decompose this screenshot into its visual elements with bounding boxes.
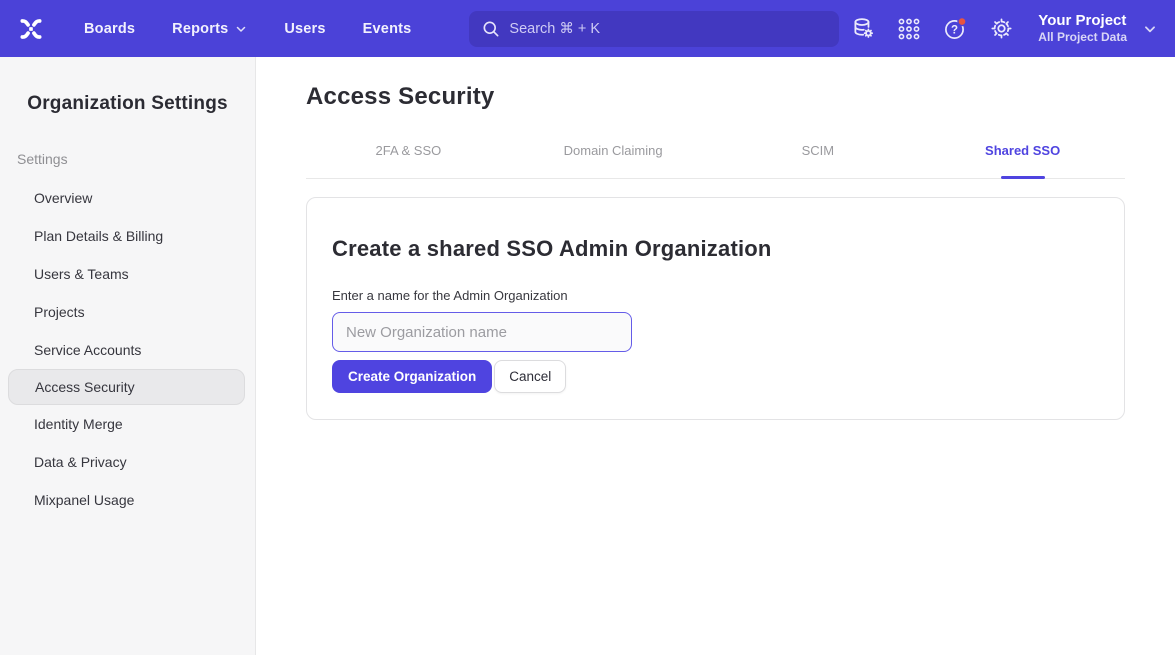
nav-item-boards-label: Boards [84, 21, 135, 37]
tab-domain-claiming[interactable]: Domain Claiming [511, 133, 716, 178]
tab-bar: 2FA & SSO Domain Claiming SCIM Shared SS… [306, 133, 1125, 179]
data-management-icon [851, 16, 876, 41]
sidebar-item-data-privacy[interactable]: Data & Privacy [0, 443, 255, 481]
nav-item-events[interactable]: Events [363, 21, 412, 37]
nav-item-boards[interactable]: Boards [84, 21, 135, 37]
apps-grid-icon [897, 17, 921, 41]
apps-grid-button[interactable] [886, 9, 932, 49]
create-organization-button[interactable]: Create Organization [332, 360, 492, 393]
project-switcher-text: Your Project All Project Data [1038, 12, 1127, 46]
chevron-down-icon [1143, 22, 1157, 36]
active-tab-underline [1001, 176, 1045, 179]
tab-scim-label: SCIM [802, 143, 835, 158]
sidebar-list: Overview Plan Details & Billing Users & … [0, 179, 255, 519]
nav-item-events-label: Events [363, 21, 412, 37]
primary-nav-links: Boards Reports Users Events [84, 21, 411, 37]
help-icon: ? [942, 15, 969, 42]
sidebar-item-plan-details-billing[interactable]: Plan Details & Billing [0, 217, 255, 255]
chevron-down-icon [235, 23, 247, 35]
tab-domain-claiming-label: Domain Claiming [564, 143, 663, 158]
org-name-field-label: Enter a name for the Admin Organization [332, 288, 1099, 303]
mixpanel-logo-icon[interactable] [18, 16, 44, 42]
org-name-input[interactable] [332, 312, 632, 352]
global-search [469, 11, 839, 47]
nav-item-users[interactable]: Users [284, 21, 325, 37]
page-title: Access Security [306, 83, 1125, 111]
search-icon [481, 19, 501, 39]
sidebar-section-label: Settings [0, 151, 255, 167]
top-navigation-bar: Boards Reports Users Events [0, 0, 1175, 57]
card-title: Create a shared SSO Admin Organization [332, 236, 1099, 262]
nav-item-reports-label: Reports [172, 21, 228, 37]
main-content: Access Security 2FA & SSO Domain Claimin… [256, 57, 1175, 655]
notification-dot [958, 18, 966, 26]
nav-item-users-label: Users [284, 21, 325, 37]
svg-text:?: ? [951, 25, 958, 37]
tab-scim[interactable]: SCIM [716, 133, 921, 178]
settings-button[interactable] [978, 9, 1024, 49]
sidebar-item-projects[interactable]: Projects [0, 293, 255, 331]
help-button[interactable]: ? [932, 9, 978, 49]
card-button-row: Create Organization Cancel [332, 360, 1099, 393]
nav-item-reports[interactable]: Reports [172, 21, 247, 37]
tab-2fa-sso-label: 2FA & SSO [375, 143, 441, 158]
sidebar-item-service-accounts[interactable]: Service Accounts [0, 331, 255, 369]
settings-icon [989, 16, 1014, 41]
sidebar-item-users-teams[interactable]: Users & Teams [0, 255, 255, 293]
tab-shared-sso[interactable]: Shared SSO [920, 133, 1125, 178]
cancel-button[interactable]: Cancel [494, 360, 566, 393]
sidebar-item-access-security[interactable]: Access Security [8, 369, 245, 405]
project-name: Your Project [1038, 12, 1126, 31]
app-window: Boards Reports Users Events [0, 0, 1175, 655]
data-management-button[interactable] [840, 9, 886, 49]
sidebar-item-identity-merge[interactable]: Identity Merge [0, 405, 255, 443]
tab-2fa-sso[interactable]: 2FA & SSO [306, 133, 511, 178]
search-input[interactable] [469, 11, 839, 47]
sidebar-title: Organization Settings [0, 93, 255, 115]
sidebar-item-overview[interactable]: Overview [0, 179, 255, 217]
sidebar-item-mixpanel-usage[interactable]: Mixpanel Usage [0, 481, 255, 519]
project-switcher[interactable]: Your Project All Project Data [1038, 12, 1157, 46]
create-sso-admin-org-card: Create a shared SSO Admin Organization E… [306, 197, 1125, 420]
project-scope: All Project Data [1038, 30, 1127, 45]
nav-right-controls: ? Your Project All Project Data [840, 9, 1157, 49]
tab-shared-sso-label: Shared SSO [985, 143, 1060, 158]
settings-sidebar: Organization Settings Settings Overview … [0, 57, 256, 655]
